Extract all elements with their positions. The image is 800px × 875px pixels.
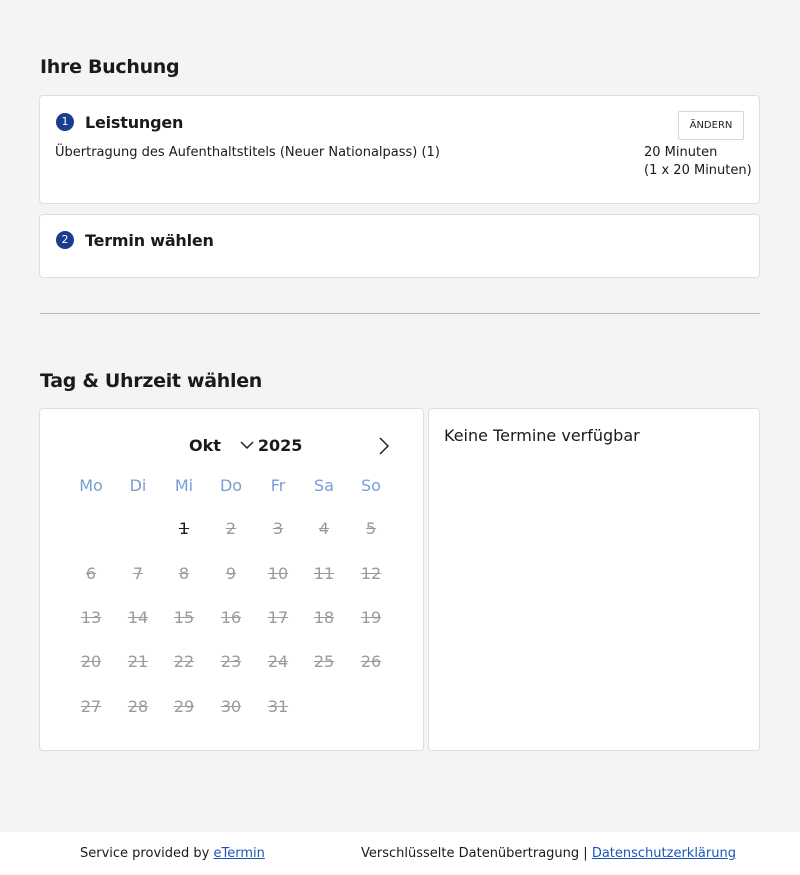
calendar-day: 1 [178, 519, 190, 538]
service-duration: 20 Minuten [644, 145, 718, 160]
calendar-day: 11 [313, 564, 335, 583]
calendar-day: 24 [267, 652, 289, 671]
step-number-1: 1 [56, 113, 74, 131]
calendar-day: 31 [267, 697, 289, 716]
service-name: Übertragung des Aufenthaltstitels (Neuer… [55, 145, 440, 160]
footer-encryption: Verschlüsselte Datenübertragung | [361, 846, 588, 861]
next-month-icon[interactable] [378, 437, 390, 459]
calendar-day: 4 [318, 519, 330, 538]
calendar-day: 8 [178, 564, 190, 583]
calendar-day: 17 [267, 608, 289, 627]
calendar-day: 25 [313, 652, 335, 671]
calendar-day: 9 [225, 564, 237, 583]
calendar-day: 5 [365, 519, 377, 538]
calendar-day: 14 [127, 608, 149, 627]
timeslots-card: Keine Termine verfügbar [428, 408, 760, 751]
calendar-day: 19 [360, 608, 382, 627]
calendar-day: 26 [360, 652, 382, 671]
calendar-day: 10 [267, 564, 289, 583]
step-number-2: 2 [56, 231, 74, 249]
booking-title: Ihre Buchung [40, 56, 180, 78]
year-select[interactable]: 2025 [258, 436, 303, 455]
calendar-day: 2 [225, 519, 237, 538]
weekday-label: Sa [314, 476, 334, 495]
weekday-label: So [361, 476, 381, 495]
footer-privacy: Verschlüsselte Datenübertragung | Datens… [361, 846, 736, 861]
appointment-title: Termin wählen [85, 231, 214, 250]
calendar-day: 3 [272, 519, 284, 538]
calendar-day: 15 [173, 608, 195, 627]
calendar-day: 22 [173, 652, 195, 671]
calendar-day: 6 [85, 564, 97, 583]
section-divider [40, 313, 760, 314]
chevron-down-icon[interactable] [240, 435, 254, 454]
calendar-day: 21 [127, 652, 149, 671]
etermin-link[interactable]: eTermin [213, 846, 264, 861]
footer-provider: Service provided by eTermin [80, 846, 265, 861]
services-title: Leistungen [85, 113, 184, 132]
calendar-day: 20 [80, 652, 102, 671]
no-slots-message: Keine Termine verfügbar [444, 426, 640, 445]
services-card: 1 Leistungen ÄNDERN Übertragung des Aufe… [39, 95, 760, 204]
weekday-label: Mo [79, 476, 103, 495]
weekday-label: Mi [174, 476, 194, 495]
calendar-day: 27 [80, 697, 102, 716]
weekday-label: Fr [270, 476, 286, 495]
month-select[interactable]: Okt [189, 436, 221, 455]
calendar-day: 28 [127, 697, 149, 716]
calendar-day: 16 [220, 608, 242, 627]
service-duration-detail: (1 x 20 Minuten) [644, 163, 752, 178]
month-year-selector: Okt 2025 [189, 436, 302, 455]
calendar-day: 23 [220, 652, 242, 671]
calendar-day: 12 [360, 564, 382, 583]
schedule-title: Tag & Uhrzeit wählen [40, 370, 263, 392]
appointment-card: 2 Termin wählen [39, 214, 760, 278]
footer: Service provided by eTermin Verschlüssel… [0, 832, 800, 875]
calendar-day: 29 [173, 697, 195, 716]
calendar-day: 7 [132, 564, 144, 583]
calendar-day: 13 [80, 608, 102, 627]
calendar-day: 18 [313, 608, 335, 627]
footer-provided-by: Service provided by [80, 846, 210, 861]
change-button[interactable]: ÄNDERN [678, 111, 744, 140]
weekday-label: Di [129, 476, 147, 495]
weekday-label: Do [219, 476, 243, 495]
calendar-day: 30 [220, 697, 242, 716]
privacy-link[interactable]: Datenschutzerklärung [592, 846, 736, 861]
